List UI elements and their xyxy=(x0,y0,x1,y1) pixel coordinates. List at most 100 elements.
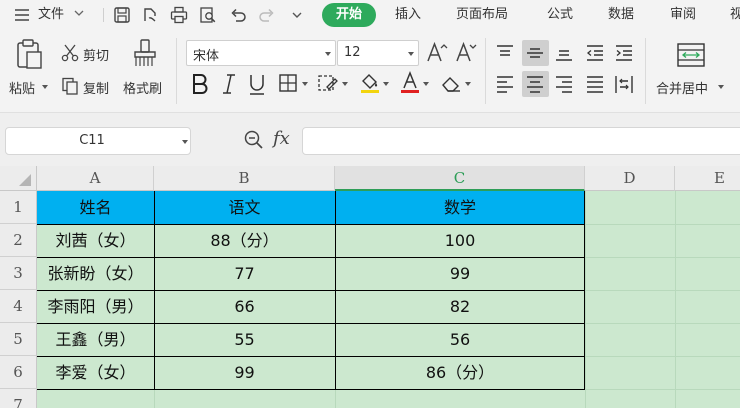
cell-b5[interactable]: 55 xyxy=(154,323,335,356)
decrease-indent-icon[interactable] xyxy=(584,42,606,64)
print-preview-icon[interactable] xyxy=(198,5,218,25)
cell-c6[interactable]: 86（分） xyxy=(335,356,585,389)
tab-data[interactable]: 数据 xyxy=(608,0,634,30)
align-left-icon[interactable] xyxy=(494,73,516,95)
borders-icon[interactable] xyxy=(278,73,302,95)
paste-dropdown-icon[interactable] xyxy=(42,85,48,89)
align-middle-icon[interactable] xyxy=(524,42,546,64)
export-pdf-icon[interactable] xyxy=(140,5,160,25)
cell-c2[interactable]: 100 xyxy=(335,224,585,257)
tab-formulas[interactable]: 公式 xyxy=(547,0,573,30)
row-header-7[interactable]: 7 xyxy=(0,389,37,408)
tab-view[interactable]: 视 xyxy=(730,0,740,30)
distributed-align-icon[interactable] xyxy=(613,73,635,95)
chevron-down-icon[interactable] xyxy=(182,140,188,144)
justify-icon[interactable] xyxy=(584,73,606,95)
paste-icon[interactable] xyxy=(14,38,44,70)
cell-a4[interactable]: 李雨阳（男） xyxy=(37,290,154,323)
bold-icon[interactable] xyxy=(190,72,210,96)
file-menu[interactable]: 文件 xyxy=(38,0,84,30)
insert-function-icon[interactable]: fx xyxy=(273,128,290,149)
decrease-font-size-icon[interactable] xyxy=(455,40,477,64)
row-header-4[interactable]: 4 xyxy=(0,290,37,323)
name-box[interactable]: C11 xyxy=(5,127,191,155)
cell-c4[interactable]: 82 xyxy=(335,290,585,323)
redo-icon[interactable] xyxy=(257,5,277,25)
table-border xyxy=(37,257,585,258)
chevron-down-icon xyxy=(74,0,84,30)
borders-dropdown-icon[interactable] xyxy=(302,82,308,86)
column-header-b[interactable]: B xyxy=(154,166,335,191)
column-header-a[interactable]: A xyxy=(37,166,154,191)
table-border xyxy=(37,224,585,225)
align-center-icon[interactable] xyxy=(524,73,546,95)
print-icon[interactable] xyxy=(169,5,189,25)
save-icon[interactable] xyxy=(112,5,132,25)
tab-review[interactable]: 审阅 xyxy=(670,0,696,30)
column-header-c[interactable]: C xyxy=(335,166,585,191)
cell-style-icon[interactable] xyxy=(317,73,341,95)
tab-start[interactable]: 开始 xyxy=(322,3,376,27)
cell-b6[interactable]: 99 xyxy=(154,356,335,389)
column-header-e[interactable]: E xyxy=(675,166,740,191)
row-header-6[interactable]: 6 xyxy=(0,356,37,389)
cell-a2[interactable]: 刘茜（女） xyxy=(37,224,154,257)
increase-indent-icon[interactable] xyxy=(613,42,635,64)
undo-icon[interactable] xyxy=(228,5,248,25)
align-bottom-icon[interactable] xyxy=(553,42,575,64)
row-header-2[interactable]: 2 xyxy=(0,224,37,257)
paste-button[interactable]: 粘贴 xyxy=(9,78,35,97)
hamburger-menu-icon[interactable] xyxy=(12,5,32,25)
scissors-icon[interactable] xyxy=(60,43,80,63)
clear-format-icon[interactable] xyxy=(440,72,464,96)
cell-a1[interactable]: 姓名 xyxy=(37,191,154,224)
copy-button[interactable]: 复制 xyxy=(83,78,109,97)
table-border xyxy=(37,290,585,291)
group-divider xyxy=(176,38,177,104)
cell-b3[interactable]: 77 xyxy=(154,257,335,290)
underline-icon[interactable] xyxy=(247,72,267,96)
cell-b2[interactable]: 88（分） xyxy=(154,224,335,257)
row-header-1[interactable]: 1 xyxy=(0,191,37,224)
customize-toolbar-icon[interactable] xyxy=(287,5,307,25)
font-size-select[interactable]: 12 xyxy=(337,40,419,66)
cut-button[interactable]: 剪切 xyxy=(83,45,109,64)
cell-b4[interactable]: 66 xyxy=(154,290,335,323)
paste-label: 粘贴 xyxy=(9,82,36,97)
merge-center-icon[interactable] xyxy=(676,42,706,68)
format-painter-button[interactable]: 格式刷 xyxy=(123,78,162,97)
column-header-d[interactable]: D xyxy=(585,166,675,191)
merge-center-label: 合并居中 xyxy=(656,82,709,97)
cell-b1[interactable]: 语文 xyxy=(154,191,335,224)
font-name-select[interactable]: 宋体 xyxy=(186,40,336,66)
zoom-formula-icon[interactable] xyxy=(243,129,265,151)
cell-a3[interactable]: 张新盼（女） xyxy=(37,257,154,290)
fill-color-dropdown-icon[interactable] xyxy=(383,82,389,86)
cell-a6[interactable]: 李爱（女） xyxy=(37,356,154,389)
clear-format-dropdown-icon[interactable] xyxy=(465,82,471,86)
font-color-dropdown-icon[interactable] xyxy=(423,82,429,86)
cell-c3[interactable]: 99 xyxy=(335,257,585,290)
fill-color-icon[interactable] xyxy=(358,70,382,94)
cell-c5[interactable]: 56 xyxy=(335,323,585,356)
tab-page-layout[interactable]: 页面布局 xyxy=(456,0,508,30)
merge-center-dropdown-icon[interactable] xyxy=(718,85,724,89)
ribbon: 粘贴 剪切 复制 格式刷 宋体 12 合并居中 xyxy=(0,30,740,112)
italic-icon[interactable] xyxy=(219,72,239,96)
font-color-icon[interactable] xyxy=(398,70,422,94)
cell-style-dropdown-icon[interactable] xyxy=(342,82,348,86)
cell-a5[interactable]: 王鑫（男） xyxy=(37,323,154,356)
copy-icon[interactable] xyxy=(60,76,80,96)
row-header-3[interactable]: 3 xyxy=(0,257,37,290)
row-header-5[interactable]: 5 xyxy=(0,323,37,356)
merge-center-button[interactable]: 合并居中 xyxy=(656,78,708,97)
align-top-icon[interactable] xyxy=(494,42,516,64)
spreadsheet-grid[interactable]: A B C D E 1 2 3 4 5 6 7 姓名 语文 数学 刘茜（女） 8… xyxy=(0,166,740,408)
format-painter-icon[interactable] xyxy=(130,38,160,70)
select-all-corner[interactable] xyxy=(0,166,37,191)
cell-c1[interactable]: 数学 xyxy=(335,191,585,224)
formula-input[interactable] xyxy=(302,127,740,155)
increase-font-size-icon[interactable] xyxy=(426,40,448,64)
align-right-icon[interactable] xyxy=(553,73,575,95)
tab-insert[interactable]: 插入 xyxy=(395,0,421,30)
